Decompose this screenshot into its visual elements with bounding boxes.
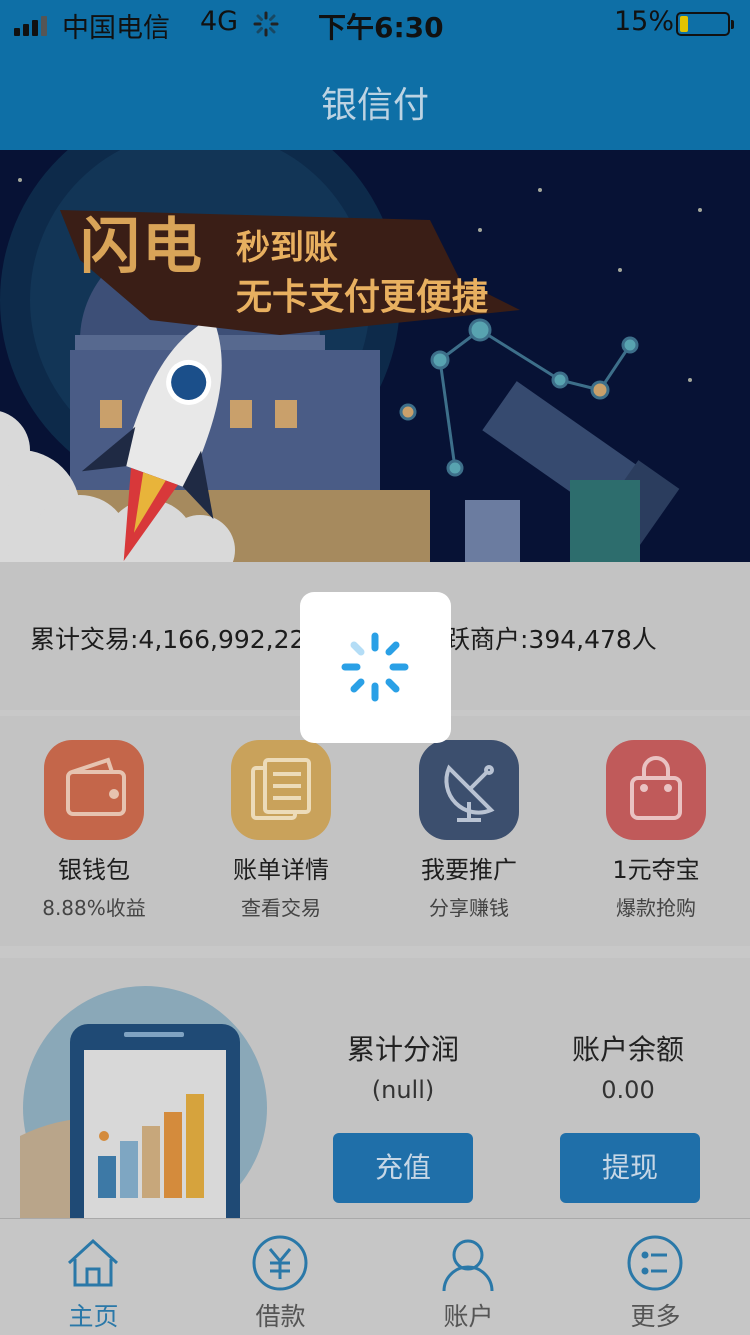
feature-label: 我要推广 bbox=[421, 856, 517, 884]
satellite-dish-icon bbox=[419, 740, 519, 840]
network-label: 4G bbox=[200, 6, 239, 37]
banner-headline-big: 闪电 bbox=[80, 212, 204, 282]
feature-lottery[interactable]: 1元夺宝 爆款抢购 bbox=[562, 740, 750, 940]
active-merchants-stat: 活跃商户:394,478人 bbox=[420, 625, 657, 654]
share-value: (null) bbox=[371, 1076, 435, 1104]
page-title: 银信付 bbox=[320, 85, 429, 126]
tab-label: 主页 bbox=[68, 1302, 119, 1331]
withdraw-button[interactable]: 提现 bbox=[560, 1133, 700, 1203]
wallet-icon bbox=[44, 740, 144, 840]
tab-home[interactable]: 主页 bbox=[0, 1219, 187, 1335]
user-icon bbox=[442, 1239, 494, 1292]
share-label: 累计分润 bbox=[346, 1033, 459, 1066]
signal-icon bbox=[14, 16, 54, 36]
tab-more[interactable]: 更多 bbox=[562, 1219, 749, 1335]
phone-chart-illustration bbox=[20, 986, 267, 1218]
feature-sub: 查看交易 bbox=[241, 896, 321, 920]
balance-value: 0.00 bbox=[601, 1076, 655, 1104]
tab-loan[interactable]: 借款 bbox=[187, 1219, 374, 1335]
home-icon bbox=[67, 1238, 119, 1287]
tab-label: 借款 bbox=[255, 1302, 306, 1331]
yuan-icon bbox=[252, 1235, 308, 1291]
more-list-icon bbox=[627, 1235, 683, 1291]
tab-bar: 主页 借款 账户 更多 bbox=[0, 1218, 750, 1335]
nav-bar: 银信付 bbox=[0, 50, 750, 150]
battery-icon bbox=[676, 12, 734, 36]
shopping-bag-icon bbox=[606, 740, 706, 840]
tab-label: 更多 bbox=[630, 1302, 681, 1331]
loading-spinner-icon bbox=[341, 632, 409, 702]
tab-label: 账户 bbox=[443, 1302, 494, 1331]
banner-tagline: 无卡支付更便捷 bbox=[236, 277, 489, 318]
recharge-button[interactable]: 充值 bbox=[333, 1133, 473, 1203]
total-trade-stat: 累计交易:4,166,992,22 bbox=[30, 625, 306, 654]
feature-sub: 8.88%收益 bbox=[42, 896, 146, 920]
feature-bill[interactable]: 账单详情 查看交易 bbox=[187, 740, 375, 940]
balance-label: 账户余额 bbox=[571, 1033, 684, 1066]
tab-account[interactable]: 账户 bbox=[375, 1219, 562, 1335]
feature-wallet[interactable]: 银钱包 8.88%收益 bbox=[0, 740, 188, 940]
battery-label: 15% bbox=[614, 6, 675, 37]
feature-label: 银钱包 bbox=[58, 856, 130, 884]
status-bar: 中国电信 4G 下午6:30 15% bbox=[0, 0, 750, 50]
loading-overlay bbox=[300, 592, 451, 743]
clock-label: 下午6:30 bbox=[318, 11, 444, 44]
loading-activity-icon bbox=[252, 10, 280, 42]
feature-label: 账单详情 bbox=[233, 856, 329, 884]
feature-label: 1元夺宝 bbox=[612, 856, 700, 884]
feature-sub: 分享赚钱 bbox=[429, 896, 509, 920]
feature-sub: 爆款抢购 bbox=[616, 896, 696, 920]
account-summary: 累计分润 (null) 账户余额 0.00 充值 提现 bbox=[0, 958, 750, 1218]
carrier-label: 中国电信 bbox=[62, 13, 170, 44]
promo-banner[interactable]: 闪电 秒到账 无卡支付更便捷 bbox=[0, 150, 750, 562]
feature-grid: 银钱包 8.88%收益 账单详情 查看交易 我要推广 分享赚钱 1元夺宝 爆款抢… bbox=[0, 716, 750, 946]
feature-promote[interactable]: 我要推广 分享赚钱 bbox=[375, 740, 563, 940]
bill-icon bbox=[231, 740, 331, 840]
banner-headline-small: 秒到账 bbox=[236, 228, 338, 268]
